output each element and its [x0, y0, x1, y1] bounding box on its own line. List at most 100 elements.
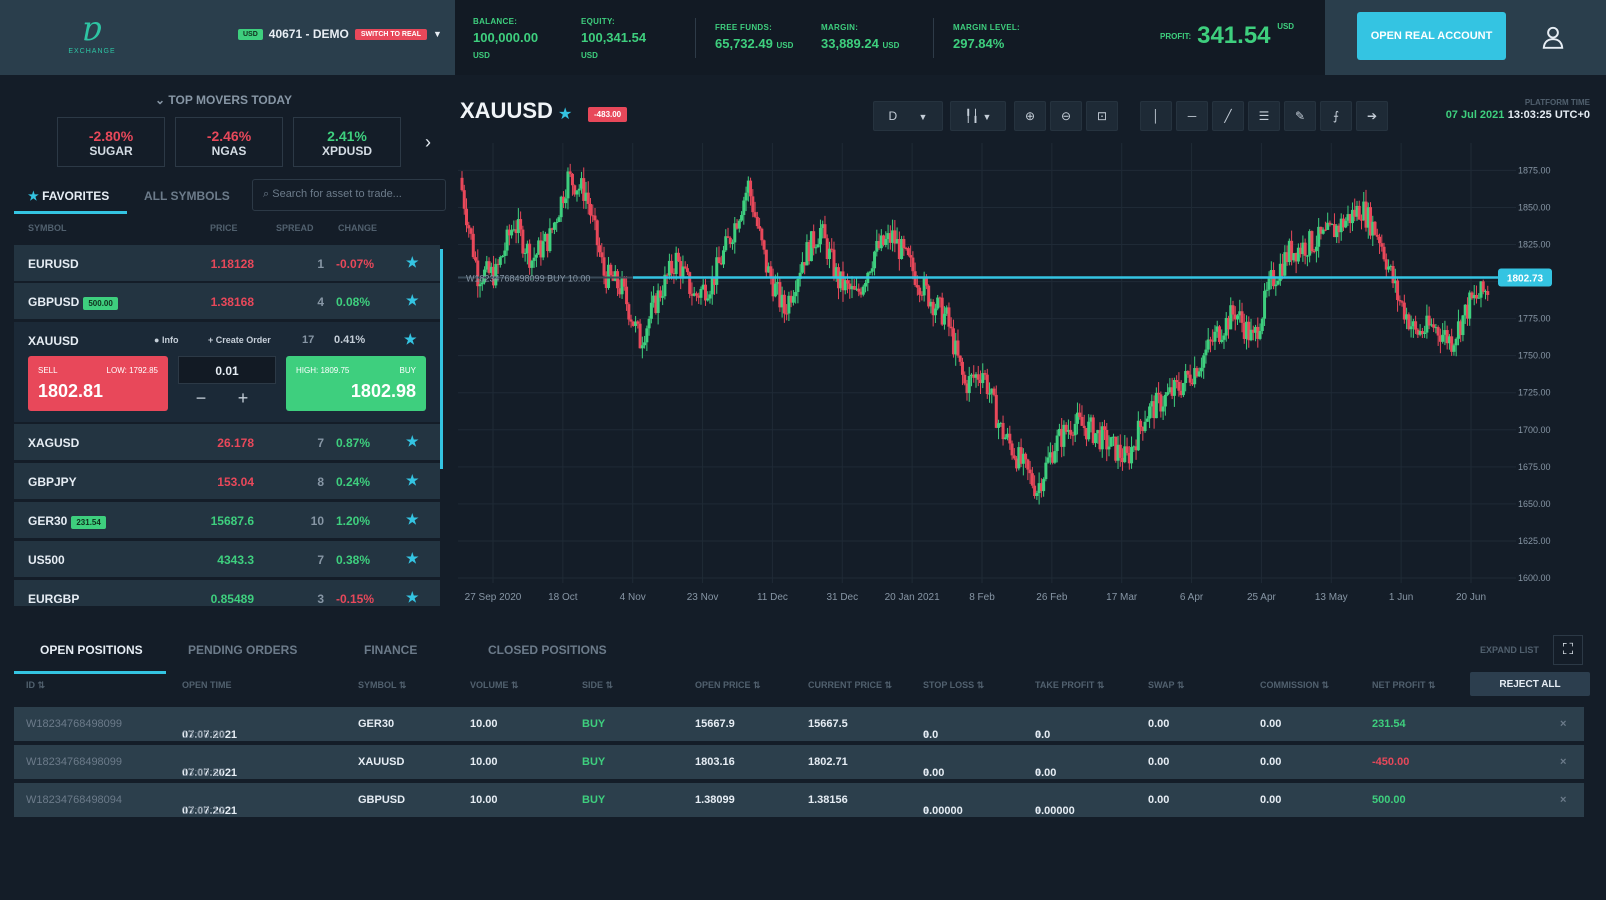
star-icon[interactable]: ★ — [406, 511, 419, 528]
scrollbar[interactable] — [440, 249, 443, 469]
star-icon[interactable]: ★ — [406, 472, 419, 489]
candle — [960, 361, 964, 375]
position-row[interactable]: W18234768498099 07.07.2021 13:00:57 XAUU… — [14, 745, 1584, 779]
search-input[interactable]: ⌕ Search for asset to trade... — [252, 179, 446, 211]
symbol-row[interactable]: GBPUSD 500.00 1.38168 4 0.08% ★ — [14, 283, 440, 319]
close-icon[interactable]: × — [1560, 718, 1566, 730]
position-row[interactable]: W18234768498094 07.07.2021 13:00:12 GBPU… — [14, 783, 1584, 817]
column-header[interactable]: STOP LOSS ⇅ — [923, 680, 984, 691]
column-header[interactable]: VOLUME ⇅ — [470, 680, 519, 691]
mover-symbol: XPDUSD — [321, 144, 372, 158]
candle — [694, 293, 698, 296]
candle — [936, 297, 940, 309]
candle — [1380, 243, 1384, 247]
symbol-row-expanded[interactable]: XAUUSD ● Info + Create Order 17 0.41% ★ … — [14, 322, 440, 422]
column-header[interactable]: NET PROFIT ⇅ — [1372, 680, 1436, 691]
star-icon[interactable]: ★ — [404, 331, 417, 348]
column-header[interactable]: OPEN TIME — [182, 680, 232, 690]
column-header[interactable]: SWAP ⇅ — [1148, 680, 1184, 691]
top-movers-header[interactable]: ⌄ TOP MOVERS TODAY — [155, 93, 292, 107]
symbol-row[interactable]: XAGUSD 26.178 7 0.87% ★ — [14, 424, 440, 460]
tab-favorites[interactable]: ★ FAVORITES — [28, 189, 109, 203]
column-header[interactable]: CURRENT PRICE ⇅ — [808, 680, 892, 691]
arrow-tool[interactable]: ➔ — [1356, 101, 1388, 131]
position-volume: 10.00 — [470, 794, 498, 806]
candle — [609, 264, 613, 275]
candle — [976, 374, 980, 380]
tab-closed-positions[interactable]: CLOSED POSITIONS — [488, 643, 607, 657]
horizontal-line-tool[interactable]: ─ — [1176, 101, 1208, 131]
column-header[interactable]: TAKE PROFIT ⇅ — [1035, 680, 1104, 691]
candle — [1139, 420, 1143, 428]
symbol-price: 153.04 — [217, 475, 254, 489]
symbol-row[interactable]: EURGBP 0.85489 3 -0.15% ★ — [14, 580, 440, 606]
minus-button[interactable]: − — [186, 388, 216, 409]
close-icon[interactable]: × — [1560, 756, 1566, 768]
buy-button[interactable]: HIGH: 1809.75 BUY 1802.98 — [286, 356, 426, 411]
open-real-account-button[interactable]: OPEN REAL ACCOUNT — [1357, 12, 1506, 60]
timeframe-select[interactable]: D ▼ — [873, 101, 943, 131]
mover-card[interactable]: -2.80% SUGAR — [57, 117, 165, 167]
candle — [1206, 339, 1210, 350]
star-icon[interactable]: ★ — [406, 550, 419, 567]
zoom-out-button[interactable]: ⊖ — [1050, 101, 1082, 131]
plus-button[interactable]: + — [228, 388, 258, 409]
symbol-row[interactable]: GBPJPY 153.04 8 0.24% ★ — [14, 463, 440, 499]
candle — [1026, 459, 1030, 470]
candle — [1109, 437, 1113, 447]
star-icon[interactable]: ★ — [406, 254, 419, 271]
tab-finance[interactable]: FINANCE — [364, 643, 417, 657]
tab-open-positions[interactable]: OPEN POSITIONS — [40, 643, 143, 657]
reject-all-button[interactable]: REJECT ALL — [1470, 672, 1590, 696]
volume-input[interactable]: 0.01 — [178, 356, 276, 384]
stat-margin: MARGIN: 33,889.24 USD — [821, 20, 899, 54]
create-order-button[interactable]: + Create Order — [208, 335, 271, 345]
trend-line-icon: ╱ — [1224, 109, 1232, 123]
star-icon[interactable]: ★ — [406, 292, 419, 309]
chart-type-select[interactable]: ╿╽ ▼ — [950, 101, 1006, 131]
column-header[interactable]: SIDE ⇅ — [582, 680, 613, 691]
fit-screen-button[interactable]: ⊡ — [1086, 101, 1118, 131]
channel-tool[interactable]: ☰ — [1248, 101, 1280, 131]
candle — [1008, 433, 1012, 444]
account-type-badge[interactable]: SWITCH TO REAL — [354, 28, 427, 40]
y-tick-label: 1675.00 — [1518, 462, 1551, 472]
chevron-right-icon[interactable]: › — [425, 132, 431, 153]
column-header[interactable]: COMMISSION ⇅ — [1260, 680, 1329, 691]
price-chart[interactable]: 27 Sep 2020 18 Oct 4 Nov 23 Nov 11 Dec 31 Dec… — [458, 143, 1606, 618]
symbol-row[interactable]: GER30 231.54 15687.6 10 1.20% ★ — [14, 502, 440, 538]
column-header[interactable]: SYMBOL ⇅ — [358, 680, 406, 691]
logo[interactable]: ɐ EXCHANGE — [60, 10, 124, 60]
timeframe-value: D — [888, 109, 898, 123]
tab-pending-orders[interactable]: PENDING ORDERS — [188, 643, 297, 657]
position-row[interactable]: W18234768498099 07.07.2021 13:00:00 GER3… — [14, 707, 1584, 741]
column-header[interactable]: SPREAD — [276, 223, 314, 233]
fibonacci-tool[interactable]: ⨍ — [1320, 101, 1352, 131]
ruler-tool[interactable]: ✎ — [1284, 101, 1316, 131]
star-icon[interactable]: ★ — [406, 589, 419, 606]
close-icon[interactable]: × — [1560, 794, 1566, 806]
symbol-row[interactable]: EURUSD 1.18128 1 -0.07% ★ — [14, 245, 440, 281]
column-header[interactable]: OPEN PRICE ⇅ — [695, 680, 761, 691]
info-button[interactable]: ● Info — [154, 335, 178, 345]
mover-card[interactable]: -2.46% NGAS — [175, 117, 283, 167]
user-icon[interactable] — [1540, 24, 1566, 50]
vertical-line-tool[interactable]: │ — [1140, 101, 1172, 131]
zoom-in-button[interactable]: ⊕ — [1014, 101, 1046, 131]
expand-icon[interactable]: ⛶ — [1553, 635, 1583, 665]
column-header[interactable]: PRICE — [210, 223, 238, 233]
symbol-row[interactable]: US500 4343.3 7 0.38% ★ — [14, 541, 440, 577]
zoom-in-icon: ⊕ — [1024, 109, 1036, 123]
column-header[interactable]: ID ⇅ — [26, 680, 45, 691]
column-header[interactable]: CHANGE — [338, 223, 377, 233]
sell-button[interactable]: SELL LOW: 1792.85 1802.81 — [28, 356, 168, 411]
star-icon[interactable]: ★ — [558, 104, 572, 124]
tab-all-symbols[interactable]: ALL SYMBOLS — [144, 189, 230, 203]
trend-line-tool[interactable]: ╱ — [1212, 101, 1244, 131]
account-selector[interactable]: USD 40671 - DEMO SWITCH TO REAL ▼ — [238, 27, 442, 41]
star-icon[interactable]: ★ — [406, 433, 419, 450]
candle — [958, 355, 962, 362]
mover-card[interactable]: 2.41% XPDUSD — [293, 117, 401, 167]
column-header[interactable]: SYMBOL — [28, 223, 67, 233]
candle — [699, 288, 703, 298]
